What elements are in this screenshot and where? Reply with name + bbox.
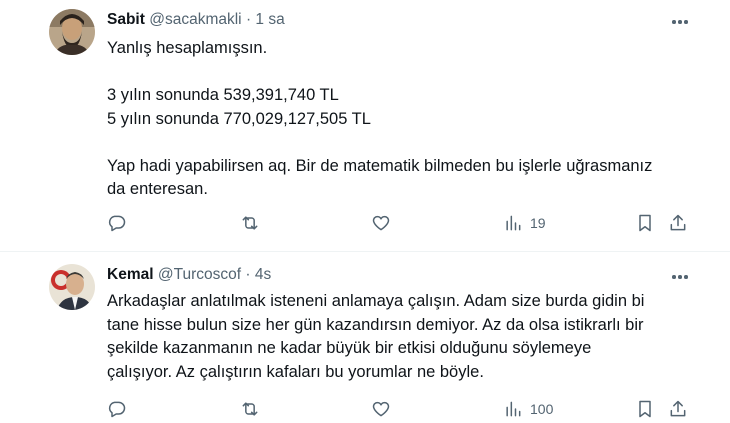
tweet-line: 3 yılın sonunda 539,391,740 TL bbox=[107, 86, 339, 104]
separator: · bbox=[245, 266, 251, 283]
more-icon[interactable] bbox=[670, 12, 690, 30]
avatar[interactable] bbox=[49, 9, 95, 55]
reply-button[interactable] bbox=[107, 395, 127, 423]
tweet-line: çalışıyor. Az çalıştırın kafaları bu yor… bbox=[107, 362, 484, 381]
timestamp[interactable]: 1 sa bbox=[255, 11, 284, 28]
like-button[interactable] bbox=[371, 395, 391, 423]
tweet-line: Yanlış hesaplamışsın. bbox=[107, 39, 268, 57]
bookmark-icon bbox=[639, 214, 651, 232]
retweet-icon bbox=[242, 216, 258, 230]
tweet-line: da enteresan. bbox=[107, 180, 208, 198]
views-icon bbox=[506, 401, 521, 417]
author-name[interactable]: Sabit bbox=[107, 11, 145, 28]
views-count: 100 bbox=[530, 401, 554, 417]
tweet-header: Sabit @sacakmakli · 1 sa bbox=[107, 11, 285, 29]
retweet-icon bbox=[242, 402, 258, 416]
tweet-line: şekilde kazanmanın ne kadar büyük bir et… bbox=[107, 339, 592, 357]
author-handle[interactable]: @sacakmakli bbox=[149, 11, 241, 28]
retweet-button[interactable] bbox=[240, 209, 260, 237]
more-icon[interactable] bbox=[670, 267, 690, 285]
tweet[interactable]: Kemal @Turcoscof · 4s Arkadaşlar anlatıl… bbox=[0, 253, 730, 420]
tweet-line: Yap hadi yapabilirsen aq. Bir de matemat… bbox=[107, 156, 653, 175]
tweet-text: Yanlış hesaplamışsın. 3 yılın sonunda 53… bbox=[107, 37, 697, 202]
reply-icon bbox=[108, 215, 126, 232]
share-icon bbox=[670, 400, 686, 417]
avatar[interactable] bbox=[49, 264, 95, 310]
share-button[interactable] bbox=[668, 209, 688, 237]
author-handle[interactable]: @Turcoscof bbox=[158, 266, 241, 283]
timestamp[interactable]: 4s bbox=[255, 266, 271, 283]
views-icon bbox=[506, 215, 521, 231]
share-icon bbox=[670, 214, 686, 231]
reply-button[interactable] bbox=[107, 209, 127, 237]
bookmark-button[interactable] bbox=[635, 395, 655, 423]
tweet-header: Kemal @Turcoscof · 4s bbox=[107, 266, 271, 284]
tweet-line: tane hisse bulun size her gün kazandırsı… bbox=[107, 315, 644, 334]
like-icon bbox=[372, 215, 390, 231]
author-name[interactable]: Kemal bbox=[107, 266, 154, 283]
bookmark-button[interactable] bbox=[635, 209, 655, 237]
action-bar: 19 bbox=[98, 209, 698, 237]
tweet-line: 5 yılın sonunda 770,029,127,505 TL bbox=[107, 109, 371, 128]
views-button[interactable]: 19 bbox=[503, 209, 546, 237]
reply-icon bbox=[108, 401, 126, 418]
action-bar: 100 bbox=[98, 395, 698, 423]
separator: · bbox=[245, 11, 252, 28]
views-button[interactable]: 100 bbox=[503, 395, 553, 423]
retweet-button[interactable] bbox=[240, 395, 260, 423]
bookmark-icon bbox=[639, 400, 651, 418]
like-button[interactable] bbox=[371, 209, 391, 237]
share-button[interactable] bbox=[668, 395, 688, 423]
tweet-line: Arkadaşlar anlatılmak isteneni anlamaya … bbox=[107, 292, 645, 310]
like-icon bbox=[372, 401, 390, 417]
tweet[interactable]: Sabit @sacakmakli · 1 sa Yanlış hesaplam… bbox=[0, 0, 730, 252]
views-count: 19 bbox=[530, 215, 546, 231]
tweet-text: Arkadaşlar anlatılmak isteneni anlamaya … bbox=[107, 290, 697, 384]
